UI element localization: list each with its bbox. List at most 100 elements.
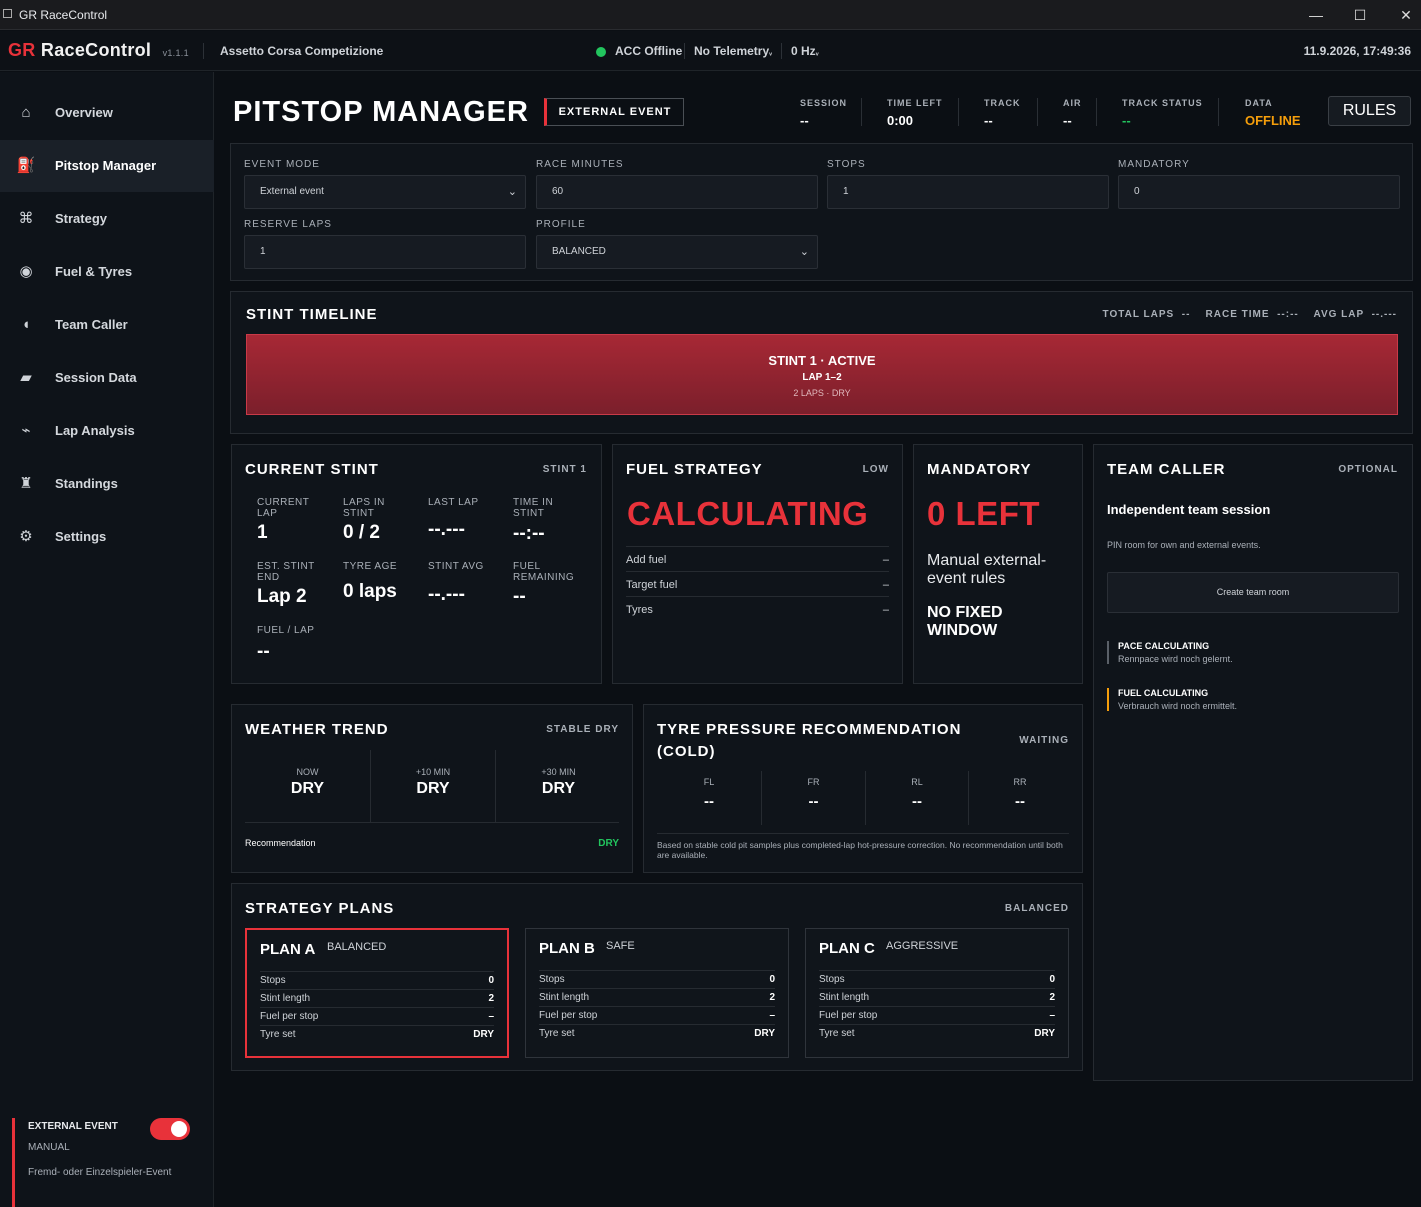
target-fuel-label: Target fuel [626,579,678,591]
add-fuel-label: Add fuel [626,554,667,566]
plan-a-card[interactable]: PLAN A BALANCED Stops 0 Stint length 2 Fue… [245,928,509,1058]
sidebar-item-pitstop-manager[interactable]: ⛽ Pitstop Manager [0,140,214,192]
tyre-fl: FL -- [703,777,715,810]
stat-air: AIR -- [1063,98,1082,128]
current-stint-panel: CURRENT STINT STINT 1 CURRENT LAP 1 LAPS… [231,444,602,684]
team-caller-title: TEAM CALLER [1107,461,1226,478]
profile-label: PROFILE [536,219,586,230]
sidebar-item-team-caller[interactable]: ◖ Team Caller [0,299,214,351]
divider [781,43,782,59]
current-stint-title: CURRENT STINT [245,461,379,478]
divider [861,98,862,126]
maximize-button[interactable]: ☐ [1349,4,1371,26]
rules-button[interactable]: RULES [1328,96,1411,126]
stint-block[interactable]: STINT 1 · ACTIVE LAP 1–2 2 LAPS · DRY [246,334,1398,415]
telemetry-dropdown[interactable]: No Telemetryᵥ [694,44,772,58]
stat-label: TIME IN STINT [513,497,554,519]
est-stint-end-value: Lap 2 [257,586,307,607]
create-team-room-button[interactable]: Create team room [1107,572,1399,613]
race-minutes-label: RACE MINUTES [536,159,624,170]
team-session-heading: Independent team session [1107,502,1271,517]
sidebar-item-overview[interactable]: ⌂ Overview [0,87,214,139]
stat-data: DATA OFFLINE [1245,98,1301,128]
sidebar-item-standings[interactable]: ♜ Standings [0,458,214,510]
plan-row: Stint length 2 [260,989,494,1007]
plan-row: Stint length 2 [819,988,1055,1006]
external-event-description: Fremd- oder Einzelspieler-Event [28,1167,172,1178]
pace-status-note: PACE CALCULATING Rennpace wird noch geler… [1107,641,1387,664]
sidebar-item-label: Overview [55,105,113,120]
plan-row: Fuel per stop – [539,1006,775,1024]
sidebar-item-settings[interactable]: ⚙ Settings [0,511,214,563]
plan-type: BALANCED [327,941,387,953]
plan-b-card[interactable]: PLAN B SAFE Stops 0 Stint length 2 Fuel pe… [525,928,789,1058]
stat-session: SESSION -- [800,98,848,128]
chevron-down-icon: ᵥ [769,48,773,57]
page-title: PITSTOP MANAGER [233,96,529,128]
external-event-mode: MANUAL [28,1142,70,1153]
sidebar-item-label: Team Caller [55,317,128,332]
sidebar-item-label: Settings [55,529,107,544]
divider [1218,98,1219,126]
stat-label: TYRE AGE [343,561,398,572]
close-button[interactable]: ✕ [1395,4,1417,26]
reserve-laps-input[interactable]: 1 [244,235,526,269]
data-icon: ▰ [20,369,32,386]
sidebar: ⌂ Overview ⛽ Pitstop Manager ⌘ Strategy ◉ Fu… [0,72,214,1207]
toggle-knob [171,1121,187,1137]
fuel-strategy-title: FUEL STRATEGY [626,461,763,478]
fuel-level-tag: LOW [862,464,889,475]
sidebar-item-strategy[interactable]: ⌘ Strategy [0,193,214,245]
current-lap-value: 1 [257,522,268,543]
stat-label: FUEL REMAINING [513,561,575,583]
app-header: GR RaceControl v1.1.1 Assetto Corsa Comp… [0,31,1421,71]
tyre-pressure-note: Based on stable cold pit samples plus co… [657,840,1063,860]
profile-select[interactable]: BALANCED ⌄ [536,235,818,269]
race-minutes-input[interactable]: 60 [536,175,818,209]
stat-label: FUEL / LAP [257,625,315,636]
weather-now: NOW DRY [290,767,325,797]
mandatory-label: MANDATORY [1118,159,1190,170]
team-caller-panel: TEAM CALLER OPTIONAL Independent team se… [1093,444,1413,1081]
minimize-button[interactable]: — [1305,4,1327,26]
mandatory-description: Manual external-event rules [927,552,1047,587]
stat-label: LAPS IN STINT [343,497,385,519]
sidebar-item-lap-analysis[interactable]: ⌁ Lap Analysis [0,405,214,457]
mandatory-window: NO FIXED WINDOW [927,604,1003,639]
plan-name: PLAN C [819,940,875,957]
weather-plus-10: +10 MIN DRY [415,767,451,797]
divider [1037,98,1038,126]
app-icon [3,9,12,18]
stops-input[interactable]: 1 [827,175,1109,209]
sidebar-item-session-data[interactable]: ▰ Session Data [0,352,214,404]
external-event-toggle[interactable] [150,1118,190,1140]
sidebar-item-fuel-tyres[interactable]: ◉ Fuel & Tyres [0,246,214,298]
tyre-rr: RR -- [1013,777,1027,810]
mandatory-input[interactable]: 0 [1118,175,1400,209]
target-fuel-value: – [882,579,889,591]
tower-icon: ♜ [19,475,33,492]
plan-c-card[interactable]: PLAN C AGGRESSIVE Stops 0 Stint length 2 F… [805,928,1069,1058]
fuel-per-lap-value: -- [257,641,270,662]
mandatory-status: 0 LEFT [927,495,1041,532]
plan-name: PLAN B [539,940,595,957]
stint-block-laps: LAP 1–2 [802,372,842,383]
telemetry-status: No Telemetry [694,44,770,58]
plan-name: PLAN A [260,941,316,958]
stat-label: STINT AVG [428,561,484,572]
divider [657,833,1069,834]
refresh-rate-dropdown[interactable]: 0 Hzᵥ [791,44,819,58]
event-mode-select[interactable]: External event ⌄ [244,175,526,209]
stint-timeline-title: STINT TIMELINE [246,306,378,323]
stat-track-status: TRACK STATUS -- [1122,98,1203,128]
plan-row: Tyre set DRY [819,1024,1055,1042]
timeline-summary: TOTAL LAPS -- RACE TIME --:-- AVG LAP --… [1102,309,1397,320]
time-in-stint-value: --:-- [513,523,545,544]
command-icon: ⌘ [18,210,34,227]
stint-tag: STINT 1 [542,464,587,475]
acc-status: ACC Offline [615,44,683,58]
plan-row: Stops 0 [260,971,494,989]
fuel-strategy-status: CALCULATING [627,495,869,532]
fuel-pump-icon: ⛽ [16,157,36,174]
last-lap-value: --.--- [428,519,465,540]
